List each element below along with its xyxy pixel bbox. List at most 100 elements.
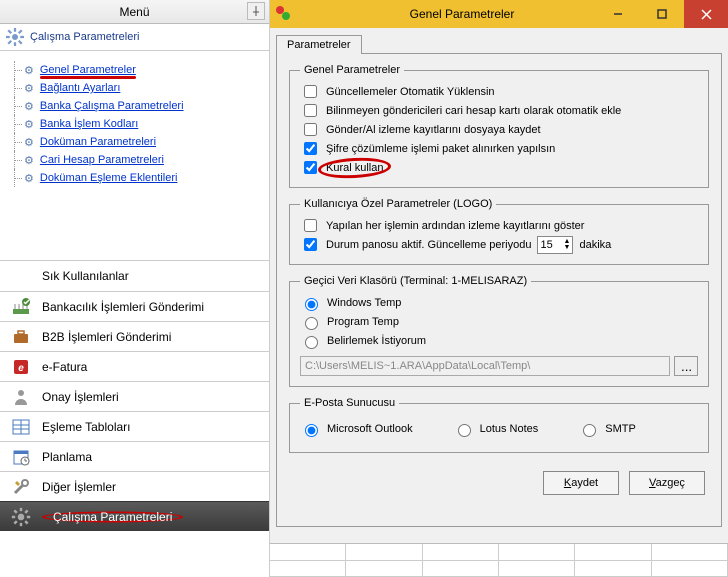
maximize-button[interactable] bbox=[640, 0, 684, 28]
radio-belirlemek[interactable]: Belirlemek İstiyorum bbox=[300, 331, 698, 350]
tree-item-banka-islem[interactable]: ⚙ Banka İşlem Kodları bbox=[8, 115, 261, 133]
radio-windows-temp[interactable]: Windows Temp bbox=[300, 293, 698, 312]
btn-label-rest: aydet bbox=[571, 477, 598, 489]
highlight-ellipse: Çalışma Parametreleri bbox=[42, 511, 183, 522]
highlight-circle: Kural kullan bbox=[326, 162, 383, 174]
gear-icon: ⚙ bbox=[24, 172, 34, 185]
tree-link: Banka Çalışma Parametreleri bbox=[40, 100, 184, 112]
checkbox[interactable] bbox=[304, 219, 317, 232]
opt-kural-kullan[interactable]: Kural kullan bbox=[300, 158, 698, 177]
radio-smtp[interactable]: SMTP bbox=[578, 419, 636, 438]
app-icon bbox=[276, 6, 292, 22]
radio-label: Program Temp bbox=[327, 316, 399, 328]
opt-guncellemeler[interactable]: Güncellemeler Otomatik Yüklensin bbox=[300, 82, 698, 101]
spinner-arrows[interactable]: ▲▼ bbox=[564, 239, 571, 251]
radio[interactable] bbox=[305, 424, 318, 437]
radio-label: Microsoft Outlook bbox=[327, 423, 413, 435]
radio[interactable] bbox=[305, 336, 318, 349]
menu-calisma-parametreleri[interactable]: Çalışma Parametreleri bbox=[0, 501, 269, 531]
menu-titlebar: Menü bbox=[0, 0, 269, 24]
tree-link: Doküman Parametreleri bbox=[40, 136, 156, 148]
calendar-icon bbox=[10, 446, 32, 468]
tree-link: Cari Hesap Parametreleri bbox=[40, 154, 164, 166]
menu-bankacilik[interactable]: Bankacılık İşlemleri Gönderimi bbox=[0, 291, 269, 321]
browse-button[interactable]: ... bbox=[674, 356, 698, 376]
menu-panel: Menü Çalışma Parametreleri ⚙ Genel Param… bbox=[0, 0, 270, 577]
pin-button[interactable] bbox=[247, 2, 265, 20]
radio[interactable] bbox=[583, 424, 596, 437]
opt-bilinmeyen[interactable]: Bilinmeyen göndericileri cari hesap kart… bbox=[300, 101, 698, 120]
radio-lotus[interactable]: Lotus Notes bbox=[453, 419, 539, 438]
opt-durum-panosu[interactable]: Durum panosu aktif. Güncelleme periyodu … bbox=[300, 235, 698, 254]
person-icon bbox=[10, 386, 32, 408]
period-spinner[interactable]: 15 ▲▼ bbox=[537, 236, 573, 254]
tree-item-cari-hesap[interactable]: ⚙ Cari Hesap Parametreleri bbox=[8, 151, 261, 169]
menu-label: Planlama bbox=[42, 450, 92, 464]
tab-parametreler[interactable]: Parametreler bbox=[276, 35, 362, 54]
gear-icon bbox=[10, 506, 32, 528]
dialog-window: Genel Parametreler Parametreler Genel Pa bbox=[270, 0, 728, 577]
tree-item-genel-parametreler[interactable]: ⚙ Genel Parametreler bbox=[8, 61, 261, 79]
group-gecici-veri: Geçici Veri Klasörü (Terminal: 1-MELISAR… bbox=[289, 275, 709, 387]
opt-label: Kural kullan bbox=[326, 162, 383, 174]
checkbox[interactable] bbox=[304, 238, 317, 251]
menu-label: e-Fatura bbox=[42, 360, 87, 374]
close-button[interactable] bbox=[684, 0, 728, 28]
radio-program-temp[interactable]: Program Temp bbox=[300, 312, 698, 331]
opt-label: Bilinmeyen göndericileri cari hesap kart… bbox=[326, 105, 621, 117]
opt-label: Güncellemeler Otomatik Yüklensin bbox=[326, 86, 495, 98]
radio[interactable] bbox=[305, 317, 318, 330]
menu-esleme[interactable]: Eşleme Tabloları bbox=[0, 411, 269, 441]
tree-item-dokuman-parametreleri[interactable]: ⚙ Doküman Parametreleri bbox=[8, 133, 261, 151]
menu-efatura[interactable]: e e-Fatura bbox=[0, 351, 269, 381]
opt-label: Şifre çözümleme işlemi paket alınırken y… bbox=[326, 143, 555, 155]
checkbox[interactable] bbox=[304, 85, 317, 98]
checkbox[interactable] bbox=[304, 123, 317, 136]
tree-item-dokuman-esleme[interactable]: ⚙ Doküman Eşleme Eklentileri bbox=[8, 169, 261, 187]
menu-label: Çalışma Parametreleri bbox=[53, 510, 172, 524]
menu-sik-kullanilanlar[interactable]: Sık Kullanılanlar bbox=[0, 261, 269, 291]
radio-label: Belirlemek İstiyorum bbox=[327, 335, 426, 347]
opt-sifre[interactable]: Şifre çözümleme işlemi paket alınırken y… bbox=[300, 139, 698, 158]
tree-item-baglanti-ayarlari[interactable]: ⚙ Bağlantı Ayarları bbox=[8, 79, 261, 97]
radio-outlook[interactable]: Microsoft Outlook bbox=[300, 419, 413, 438]
opt-gonderal[interactable]: Gönder/Al izleme kayıtlarını dosyaya kay… bbox=[300, 120, 698, 139]
star-icon bbox=[10, 265, 32, 287]
radio-label: Windows Temp bbox=[327, 297, 401, 309]
group-legend: Geçici Veri Klasörü (Terminal: 1-MELISAR… bbox=[300, 275, 531, 287]
checkbox[interactable] bbox=[304, 142, 317, 155]
cancel-button[interactable]: Vazgeç bbox=[629, 471, 705, 495]
menu-diger[interactable]: Diğer İşlemler bbox=[0, 471, 269, 501]
bank-icon bbox=[10, 296, 32, 318]
group-genel: Genel Parametreler Güncellemeler Otomati… bbox=[289, 64, 709, 188]
menu-label: Onay İşlemleri bbox=[42, 390, 119, 404]
radio[interactable] bbox=[305, 298, 318, 311]
gear-icon: ⚙ bbox=[24, 82, 34, 95]
menu-list: Sık Kullanılanlar Bankacılık İşlemleri G… bbox=[0, 261, 269, 577]
tree-item-banka-calisma[interactable]: ⚙ Banka Çalışma Parametreleri bbox=[8, 97, 261, 115]
menu-onay[interactable]: Onay İşlemleri bbox=[0, 381, 269, 411]
menu-planlama[interactable]: Planlama bbox=[0, 441, 269, 471]
window-titlebar[interactable]: Genel Parametreler bbox=[270, 0, 728, 28]
menu-b2b[interactable]: B2B İşlemleri Gönderimi bbox=[0, 321, 269, 351]
gear-icon: ⚙ bbox=[24, 118, 34, 131]
tree-view: ⚙ Genel Parametreler ⚙ Bağlantı Ayarları… bbox=[0, 51, 269, 261]
radio-label: Lotus Notes bbox=[480, 423, 539, 435]
briefcase-icon bbox=[10, 326, 32, 348]
period-value: 15 bbox=[540, 239, 552, 251]
opt-izleme-goster[interactable]: Yapılan her işlemin ardından izleme kayı… bbox=[300, 216, 698, 235]
group-legend: Genel Parametreler bbox=[300, 64, 404, 76]
save-button[interactable]: Kaydet bbox=[543, 471, 619, 495]
minimize-button[interactable] bbox=[596, 0, 640, 28]
opt-label: Yapılan her işlemin ardından izleme kayı… bbox=[326, 220, 584, 232]
group-kullanici: Kullanıcıya Özel Parametreler (LOGO) Yap… bbox=[289, 198, 709, 265]
checkbox[interactable] bbox=[304, 104, 317, 117]
menu-label: Diğer İşlemler bbox=[42, 480, 116, 494]
parameters-area: Genel Parametreler Güncellemeler Otomati… bbox=[276, 53, 722, 527]
bottom-grid bbox=[270, 543, 728, 577]
tab-calisma-parametreleri[interactable]: Çalışma Parametreleri bbox=[0, 24, 269, 51]
opt-label: Gönder/Al izleme kayıtlarını dosyaya kay… bbox=[326, 124, 541, 136]
checkbox[interactable] bbox=[304, 161, 317, 174]
group-legend: E-Posta Sunucusu bbox=[300, 397, 399, 409]
radio[interactable] bbox=[458, 424, 471, 437]
